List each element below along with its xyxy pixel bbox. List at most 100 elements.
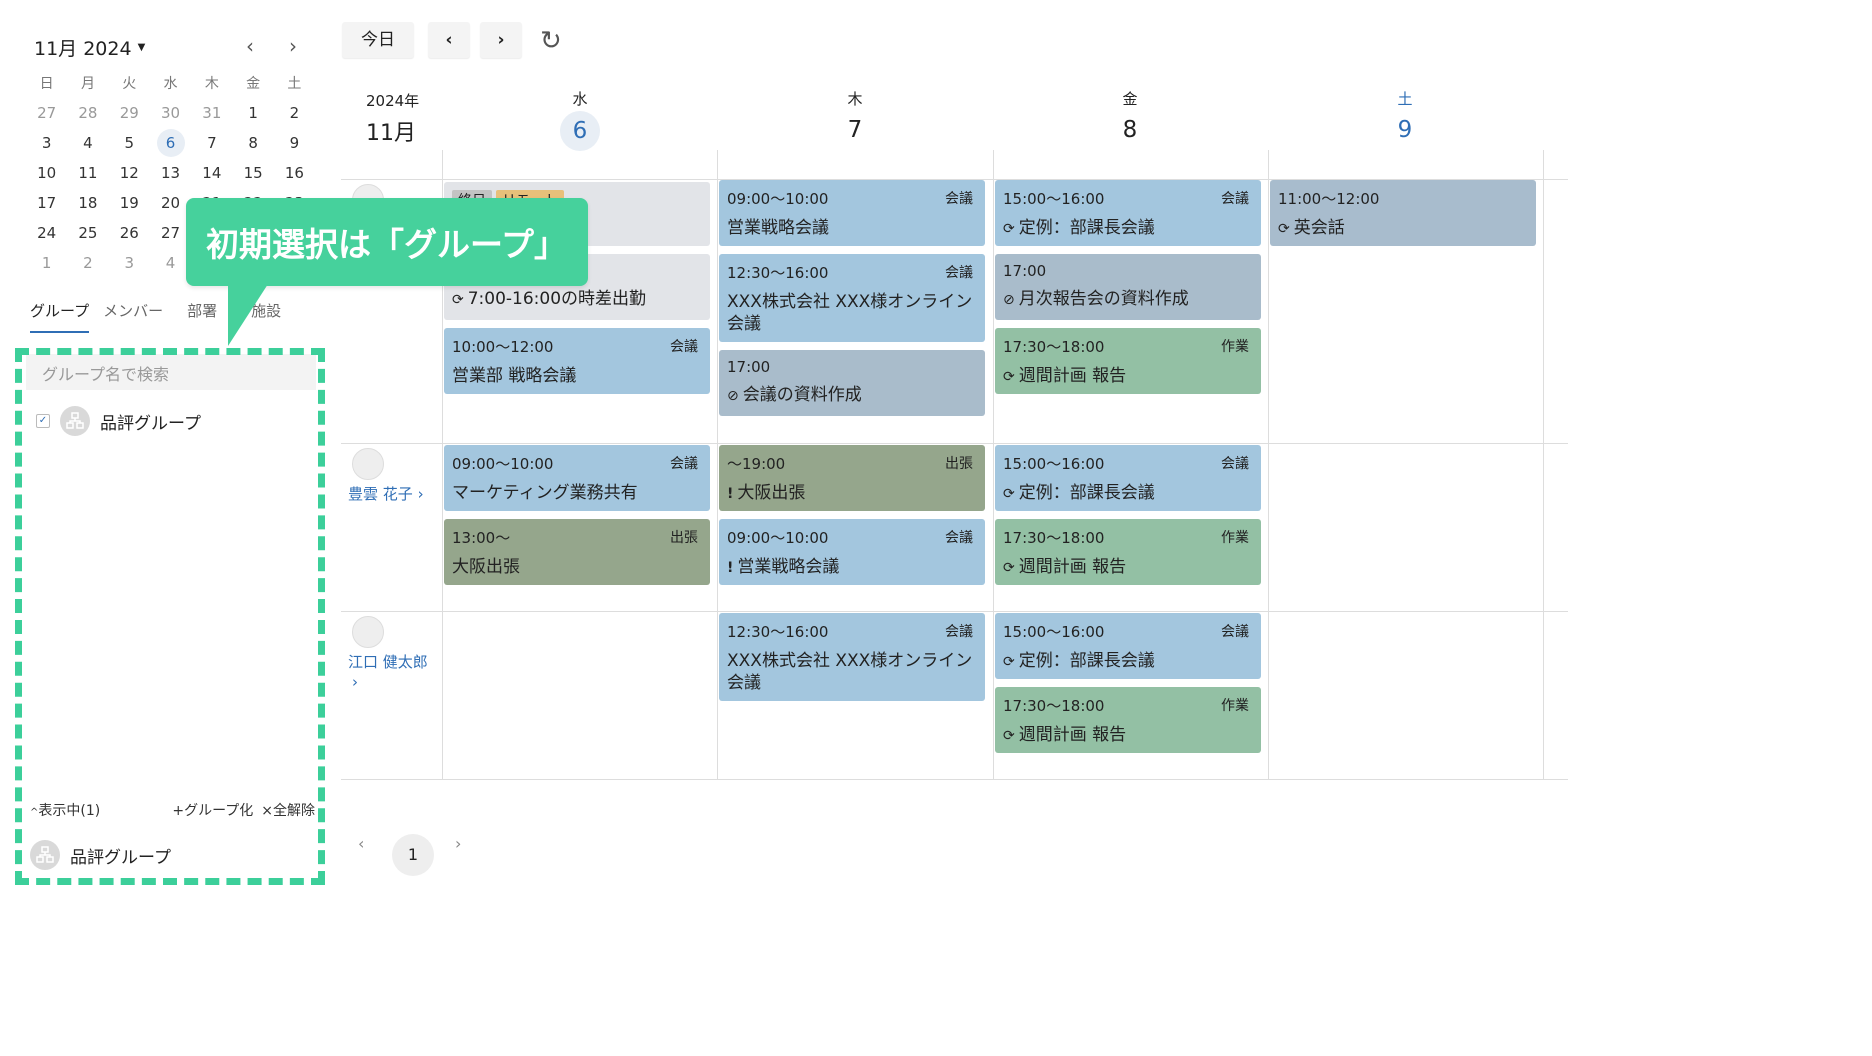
user-row-2[interactable]: 豊雲 花子 › (348, 448, 424, 504)
prev-page-button[interactable]: ‹ (358, 834, 364, 853)
today-button[interactable]: 今日 (342, 22, 414, 58)
checkbox-checked[interactable]: ✓ (36, 414, 50, 428)
chevron-right-icon[interactable]: › (283, 34, 303, 58)
event-card[interactable]: 15:00〜16:00 会議 ⟳ 定例：部課長会議 (995, 613, 1261, 679)
group-list-item[interactable]: ✓ 品評グループ (36, 406, 201, 436)
chevron-left-icon[interactable]: ‹ (240, 34, 260, 58)
group-search-input[interactable]: グループ名で検索 (26, 354, 316, 390)
day-cell[interactable]: 31 (191, 104, 232, 122)
weekday: 日 (39, 76, 54, 92)
day-cell[interactable]: 27 (26, 104, 67, 122)
event-card[interactable]: 17:00 ⊘ 月次報告会の資料作成 (995, 254, 1261, 320)
day-cell[interactable]: 9 (274, 134, 315, 152)
day-header-wed[interactable]: 水 6 (550, 88, 610, 151)
event-card[interactable]: 17:30〜18:00 作業 ⟳ 週間計画 報告 (995, 328, 1261, 394)
day-cell[interactable]: 13 (150, 164, 191, 182)
day-cell[interactable]: 10 (26, 164, 67, 182)
prev-week-button[interactable]: ‹ (428, 22, 470, 58)
day-cell[interactable]: 19 (109, 194, 150, 212)
day-cell[interactable]: 25 (67, 224, 108, 242)
day-cell[interactable]: 27 (150, 224, 191, 242)
event-card[interactable]: 17:00 ⊘ 会議の資料作成 (719, 350, 985, 416)
day-number: 3 (124, 254, 135, 272)
event-card[interactable]: 09:00〜10:00 会議 営業戦略会議 (719, 180, 985, 246)
weekday: 火 (122, 76, 137, 92)
day-cell[interactable]: 3 (26, 134, 67, 152)
day-header-sat[interactable]: 土 9 (1375, 88, 1435, 143)
tab-department[interactable]: 部署 (187, 300, 217, 333)
day-cell[interactable]: 18 (67, 194, 108, 212)
event-time: 12:30〜16:00 (727, 264, 829, 282)
event-card[interactable]: 〜19:00 出張 ! 大阪出張 (719, 445, 985, 511)
event-card[interactable]: 17:30〜18:00 作業 ⟳ 週間計画 報告 (995, 519, 1261, 585)
day-number: 6 (156, 129, 185, 157)
event-badge: 会議 (670, 339, 698, 355)
group-icon (30, 840, 60, 870)
weekday-label: 水 (572, 90, 588, 108)
day-cell[interactable]: 11 (67, 164, 108, 182)
highlight-dashed-frame-bottom (15, 878, 325, 885)
day-cell[interactable]: 12 (109, 164, 150, 182)
next-week-button[interactable]: › (480, 22, 522, 58)
day-cell[interactable]: 15 (232, 164, 273, 182)
day-cell[interactable]: 16 (274, 164, 315, 182)
day-cell[interactable]: 24 (26, 224, 67, 242)
day-cell[interactable]: 4 (67, 134, 108, 152)
selected-group-item[interactable]: 品評グループ (30, 840, 171, 870)
event-name: 会議の資料作成 (742, 385, 862, 405)
grid-line (1543, 150, 1544, 780)
event-card[interactable]: 15:00〜16:00 会議 ⟳ 定例：部課長会議 (995, 180, 1261, 246)
refresh-icon[interactable]: ↻ (540, 26, 562, 56)
event-name: 月次報告会の資料作成 (1018, 289, 1189, 309)
event-card[interactable]: 17:30〜18:00 作業 ⟳ 週間計画 報告 (995, 687, 1261, 753)
page-1-button[interactable]: 1 (392, 834, 434, 876)
day-header-thu[interactable]: 木 7 (825, 88, 885, 143)
day-cell[interactable]: 1 (232, 104, 273, 122)
group-action-button[interactable]: +グループ化 (172, 800, 253, 820)
mini-calendar-title[interactable]: 11月 2024 ▼ (34, 34, 145, 61)
day-cell[interactable]: 5 (109, 134, 150, 152)
user-row-3[interactable]: 江口 健太郎 › (348, 616, 428, 692)
day-cell[interactable]: 29 (109, 104, 150, 122)
collapse-toggle[interactable]: ^表示中(1) (30, 800, 100, 820)
day-cell[interactable]: 20 (150, 194, 191, 212)
day-cell[interactable]: 26 (109, 224, 150, 242)
day-cell[interactable]: 8 (232, 134, 273, 152)
day-cell[interactable]: 3 (109, 254, 150, 272)
day-cell[interactable]: 7 (191, 134, 232, 152)
tab-group[interactable]: グループ (30, 300, 90, 333)
selection-bar: ^表示中(1) +グループ化 ×全解除 (30, 800, 315, 820)
day-number: 29 (119, 104, 139, 122)
day-cell[interactable]: 14 (191, 164, 232, 182)
callout-tail (228, 284, 268, 346)
event-card[interactable]: 12:30〜16:00 会議 XXX株式会社 XXX様オンライン会議 (719, 254, 985, 342)
event-card[interactable]: 15:00〜16:00 会議 ⟳ 定例：部課長会議 (995, 445, 1261, 511)
next-page-button[interactable]: › (455, 834, 461, 853)
tab-member[interactable]: メンバー (103, 300, 163, 333)
event-time: 09:00〜10:00 (452, 455, 554, 473)
event-card[interactable]: 13:00〜 出張 大阪出張 (444, 519, 710, 585)
day-cell[interactable]: 1 (26, 254, 67, 272)
year-month-label: 2024年 11月 (366, 90, 419, 147)
group-name: 品評グループ (100, 413, 201, 434)
event-time: 12:30〜16:00 (727, 623, 829, 641)
day-cell[interactable]: 2 (274, 104, 315, 122)
event-card[interactable]: 11:00〜12:00 ⟳ 英会話 (1270, 180, 1536, 246)
day-cell[interactable]: 17 (26, 194, 67, 212)
day-number: 20 (160, 194, 181, 212)
event-name: 定例：部課長会議 (1018, 651, 1155, 671)
event-card[interactable]: 09:00〜10:00 会議 マーケティング業務共有 (444, 445, 710, 511)
event-card[interactable]: 12:30〜16:00 会議 XXX株式会社 XXX様オンライン会議 (719, 613, 985, 701)
day-header-fri[interactable]: 金 8 (1100, 88, 1160, 143)
selected-group-name: 品評グループ (70, 847, 171, 868)
day-cell[interactable]: 6 (150, 129, 191, 157)
recurring-icon: ⟳ (1003, 560, 1015, 576)
event-card[interactable]: 09:00〜10:00 会議 ! 営業戦略会議 (719, 519, 985, 585)
day-cell[interactable]: 28 (67, 104, 108, 122)
day-cell[interactable]: 30 (150, 104, 191, 122)
weekday-label: 木 (847, 90, 863, 108)
clear-all-button[interactable]: ×全解除 (261, 800, 315, 820)
day-cell[interactable]: 2 (67, 254, 108, 272)
event-card[interactable]: 10:00〜12:00 会議 営業部 戦略会議 (444, 328, 710, 394)
day-cell[interactable]: 4 (150, 254, 191, 272)
